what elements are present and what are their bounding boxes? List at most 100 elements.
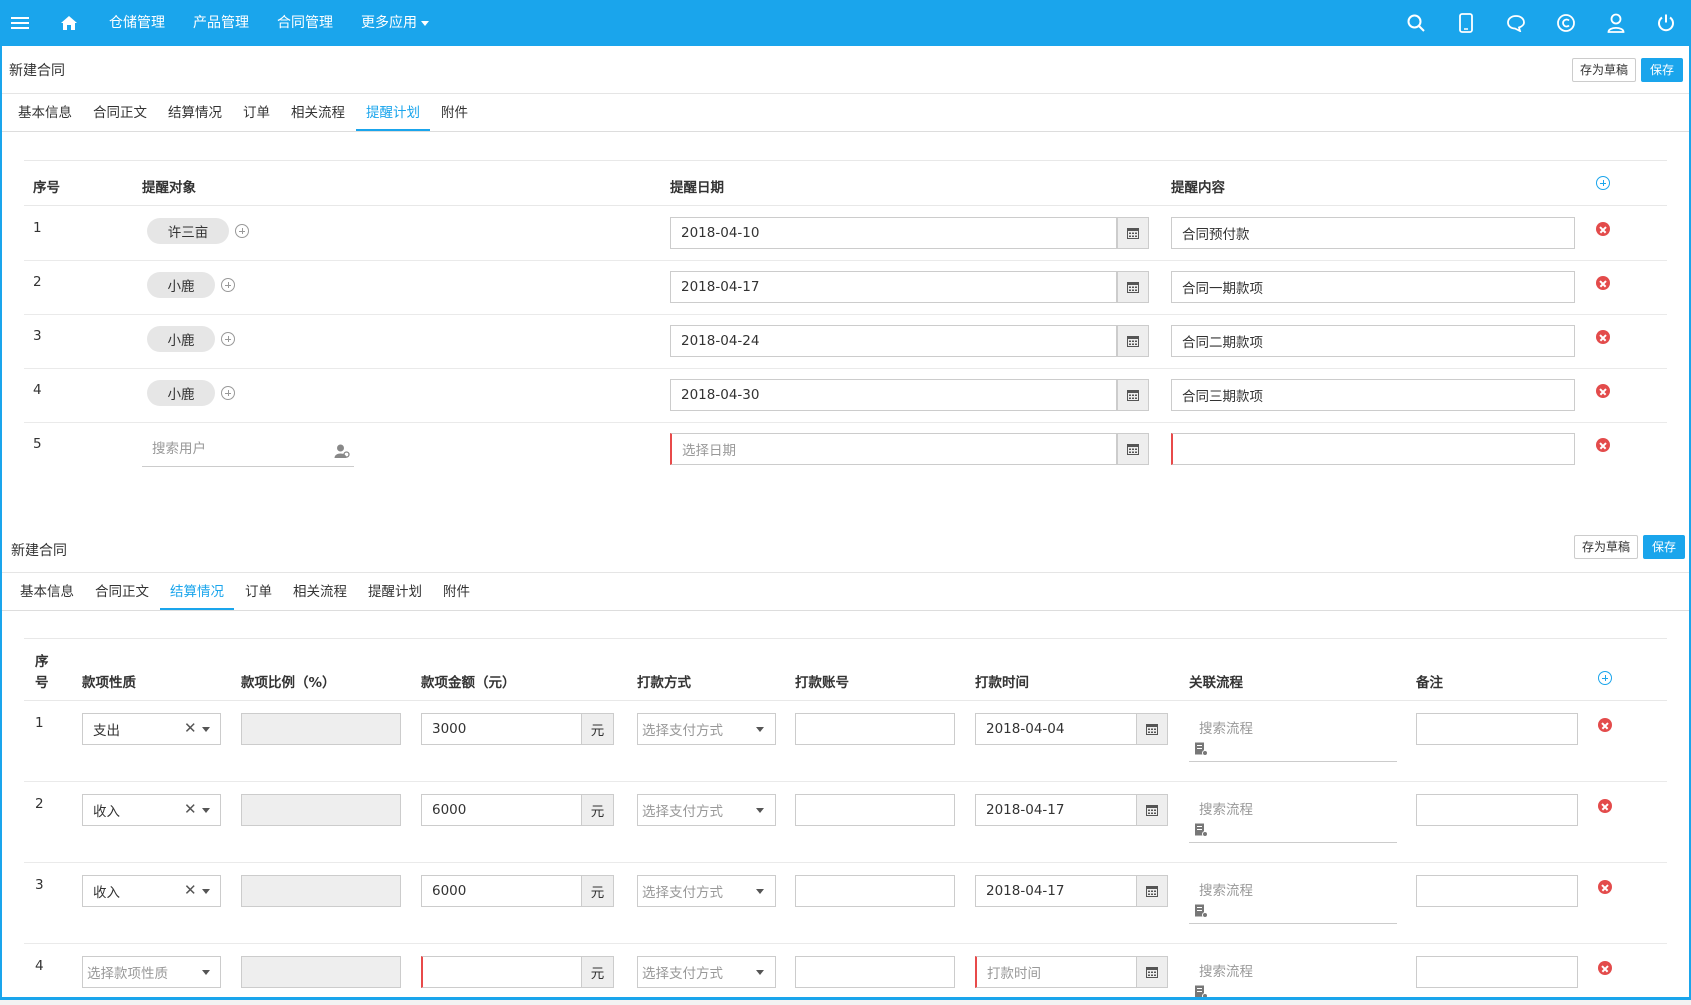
tab-orders[interactable]: 订单 [235, 580, 282, 610]
tab-reminder-plan[interactable]: 提醒计划 [356, 101, 430, 131]
calendar-icon[interactable] [1117, 379, 1149, 411]
home-icon[interactable] [49, 0, 89, 46]
account-input[interactable] [795, 713, 955, 745]
save-draft-button[interactable]: 存为草稿 [1571, 58, 1636, 82]
save-button[interactable]: 保存 [1640, 58, 1683, 82]
pay-method-select[interactable]: 选择支付方式 [637, 794, 776, 826]
nav-more-apps[interactable]: 更多应用 [347, 0, 443, 46]
reminder-date-input[interactable]: 2018-04-17 [670, 271, 1117, 303]
user-tag[interactable]: 许三亩 [147, 218, 229, 244]
remark-input[interactable] [1416, 875, 1578, 907]
add-user-icon[interactable] [235, 224, 249, 238]
reminder-date-input[interactable]: 选择日期 [670, 433, 1117, 465]
delete-row-icon[interactable] [1598, 880, 1612, 894]
calendar-icon[interactable] [1136, 875, 1168, 907]
tab-settlement[interactable]: 结算情况 [160, 580, 234, 610]
user-tag[interactable]: 小鹿 [147, 326, 215, 352]
search-user-input[interactable]: 搜索用户 [142, 435, 354, 467]
remark-input[interactable] [1416, 794, 1578, 826]
pay-time-input[interactable]: 打款时间 [975, 956, 1137, 988]
account-input[interactable] [795, 875, 955, 907]
tab-related-flows[interactable]: 相关流程 [283, 580, 357, 610]
user-tag[interactable]: 小鹿 [147, 380, 215, 406]
tab-basic-info[interactable]: 基本信息 [8, 101, 82, 131]
calendar-icon[interactable] [1136, 713, 1168, 745]
delete-row-icon[interactable] [1596, 222, 1610, 236]
amount-input[interactable]: 6000 [421, 794, 582, 826]
reminder-date-input[interactable]: 2018-04-10 [670, 217, 1117, 249]
add-user-icon[interactable] [221, 278, 235, 292]
tab-basic-info[interactable]: 基本信息 [10, 580, 84, 610]
pay-time-input[interactable]: 2018-04-04 [975, 713, 1137, 745]
save-draft-button[interactable]: 存为草稿 [1573, 535, 1638, 559]
remark-input[interactable] [1416, 713, 1578, 745]
amount-input[interactable]: 6000 [421, 875, 582, 907]
delete-row-icon[interactable] [1598, 718, 1612, 732]
delete-row-icon[interactable] [1596, 438, 1610, 452]
add-user-icon[interactable] [221, 332, 235, 346]
flow-search-input[interactable]: 搜索流程 [1189, 873, 1397, 924]
reminder-date-input[interactable]: 2018-04-24 [670, 325, 1117, 357]
calendar-icon[interactable] [1136, 794, 1168, 826]
nav-product[interactable]: 产品管理 [179, 0, 263, 46]
reminder-content-input[interactable]: 合同二期款项 [1171, 325, 1575, 357]
pay-method-select[interactable]: 选择支付方式 [637, 875, 776, 907]
tab-settlement[interactable]: 结算情况 [158, 101, 232, 131]
nature-select[interactable]: 收入 ✕ [82, 875, 221, 907]
delete-row-icon[interactable] [1596, 384, 1610, 398]
pay-time-input[interactable]: 2018-04-17 [975, 875, 1137, 907]
account-input[interactable] [795, 956, 955, 988]
clear-icon[interactable]: ✕ [184, 719, 197, 737]
search-icon[interactable] [1391, 0, 1441, 46]
tab-related-flows[interactable]: 相关流程 [281, 101, 355, 131]
copyright-icon[interactable] [1541, 0, 1591, 46]
account-input[interactable] [795, 794, 955, 826]
calendar-icon[interactable] [1117, 217, 1149, 249]
tab-attachments[interactable]: 附件 [433, 580, 480, 610]
user-icon[interactable] [1591, 0, 1641, 46]
nature-select[interactable]: 收入 ✕ [82, 794, 221, 826]
amount-input[interactable]: 3000 [421, 713, 582, 745]
amount-input[interactable] [421, 956, 582, 988]
nav-contract[interactable]: 合同管理 [263, 0, 347, 46]
reminder-content-input[interactable]: 合同三期款项 [1171, 379, 1575, 411]
mobile-icon[interactable] [1441, 0, 1491, 46]
reminder-content-input[interactable] [1171, 433, 1575, 465]
delete-row-icon[interactable] [1598, 799, 1612, 813]
tab-reminder-plan[interactable]: 提醒计划 [358, 580, 432, 610]
tab-orders[interactable]: 订单 [233, 101, 280, 131]
reminder-content-input[interactable]: 合同一期款项 [1171, 271, 1575, 303]
delete-row-icon[interactable] [1596, 330, 1610, 344]
add-row-icon[interactable] [1596, 176, 1610, 190]
chat-icon[interactable] [1491, 0, 1541, 46]
remark-input[interactable] [1416, 956, 1578, 988]
tab-contract-text[interactable]: 合同正文 [85, 580, 159, 610]
flow-search-input[interactable]: 搜索流程 [1189, 792, 1397, 843]
tab-contract-text[interactable]: 合同正文 [83, 101, 157, 131]
pay-time-input[interactable]: 2018-04-17 [975, 794, 1137, 826]
reminder-date-input[interactable]: 2018-04-30 [670, 379, 1117, 411]
tab-attachments[interactable]: 附件 [431, 101, 478, 131]
nature-select[interactable]: 选择款项性质 [82, 956, 221, 988]
nav-more-label: 更多应用 [361, 15, 417, 31]
calendar-icon[interactable] [1136, 956, 1168, 988]
pay-method-select[interactable]: 选择支付方式 [637, 956, 776, 988]
calendar-icon[interactable] [1117, 271, 1149, 303]
nav-warehouse[interactable]: 仓储管理 [95, 0, 179, 46]
clear-icon[interactable]: ✕ [184, 881, 197, 899]
pay-method-select[interactable]: 选择支付方式 [637, 713, 776, 745]
calendar-icon[interactable] [1117, 433, 1149, 465]
calendar-icon[interactable] [1117, 325, 1149, 357]
add-user-icon[interactable] [221, 386, 235, 400]
flow-search-input[interactable]: 搜索流程 [1189, 711, 1397, 762]
add-row-icon[interactable] [1598, 671, 1612, 685]
power-icon[interactable] [1641, 0, 1691, 46]
menu-icon[interactable] [0, 0, 40, 46]
user-tag[interactable]: 小鹿 [147, 272, 215, 298]
delete-row-icon[interactable] [1598, 961, 1612, 975]
save-button[interactable]: 保存 [1642, 535, 1685, 559]
delete-row-icon[interactable] [1596, 276, 1610, 290]
clear-icon[interactable]: ✕ [184, 800, 197, 818]
reminder-content-input[interactable]: 合同预付款 [1171, 217, 1575, 249]
nature-select[interactable]: 支出 ✕ [82, 713, 221, 745]
